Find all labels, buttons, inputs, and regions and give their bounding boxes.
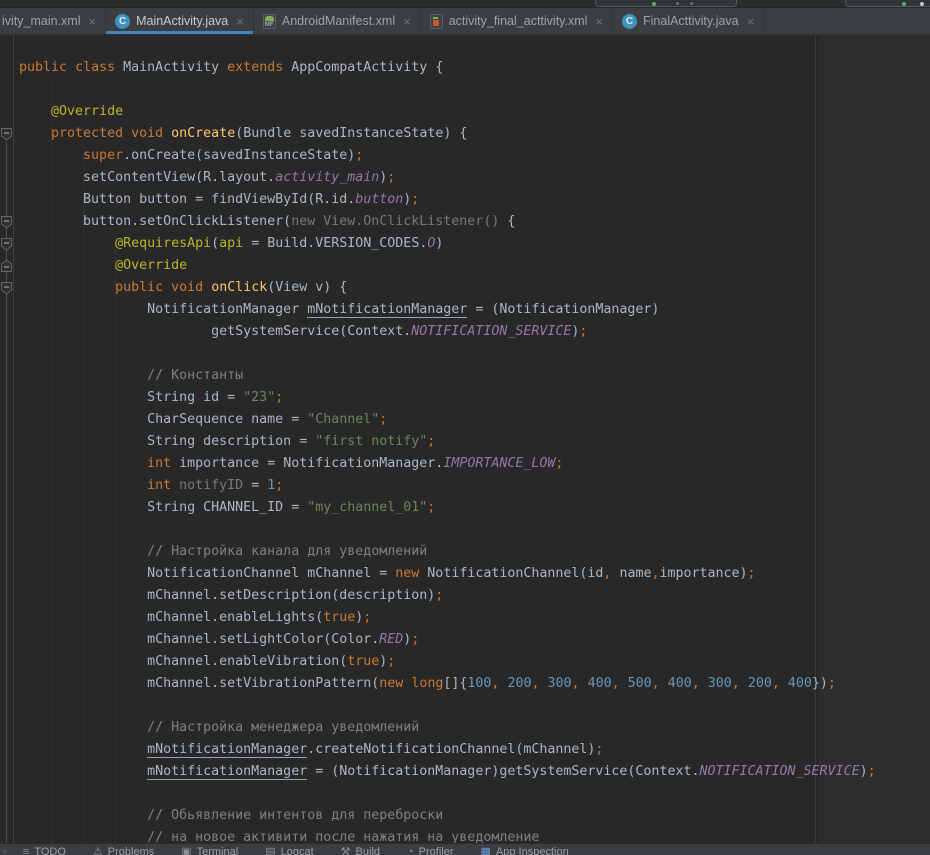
code-line: NotificationManager mNotificationManager… (19, 299, 876, 321)
code-line: String description = "first notify"; (19, 431, 876, 453)
code-line: mNotificationManager = (NotificationMana… (19, 761, 876, 783)
toolwindow-button-label: Profiler (419, 846, 454, 855)
toolbar-partial-button[interactable] (595, 0, 737, 7)
tab-finalacttivity-java[interactable]: C FinalActtivity.java × (613, 8, 764, 34)
toolwindow-button-build[interactable]: ⚒ Build (341, 846, 380, 855)
code-line: @RequiresApi(api = Build.VERSION_CODES.O… (19, 233, 876, 255)
run-status-dot (652, 2, 656, 6)
tab-label: activity_final_acttivity.xml (449, 14, 588, 28)
code-line: @Override (19, 255, 876, 277)
code-line: mChannel.enableVibration(true); (19, 651, 876, 673)
code-line: // Константы (19, 365, 876, 387)
code-line: protected void onCreate(Bundle savedInst… (19, 123, 876, 145)
run-status-dot (902, 2, 906, 6)
toolwindow-button-todo[interactable]: ≡ TODO (23, 846, 66, 855)
problems-icon: ⚠ (93, 847, 103, 855)
fold-marker-icon[interactable] (0, 237, 13, 251)
fold-marker-icon[interactable] (0, 281, 13, 295)
fold-marker-icon[interactable] (0, 215, 13, 229)
code-line: getSystemService(Context.NOTIFICATION_SE… (19, 321, 876, 343)
editor-tab-bar: ivity_main.xml×CMainActivity.java×Androi… (0, 8, 930, 35)
tab-ivity-main-xml[interactable]: ivity_main.xml × (0, 8, 106, 34)
code-line: button.setOnClickListener(new View.OnCli… (19, 211, 876, 233)
code-line: Button button = findViewById(R.id.button… (19, 189, 876, 211)
code-line: mChannel.setDescription(description); (19, 585, 876, 607)
close-icon[interactable]: × (403, 15, 411, 28)
toolbar-dot (676, 2, 679, 5)
toolwindow-button-label: App Inspection (496, 846, 569, 855)
code-line (19, 519, 876, 541)
code-area[interactable]: public class MainActivity extends AppCom… (0, 35, 876, 843)
code-line (19, 695, 876, 717)
code-editor[interactable]: public class MainActivity extends AppCom… (0, 35, 930, 843)
code-line: int notifyID = 1; (19, 475, 876, 497)
manifest-file-icon (263, 14, 276, 29)
tab-mainactivity-java[interactable]: C MainActivity.java × (106, 8, 254, 34)
code-line (19, 79, 876, 101)
close-icon[interactable]: × (236, 15, 244, 28)
code-line: mChannel.setLightColor(Color.RED); (19, 629, 876, 651)
profiler-icon: ◔ (407, 847, 414, 855)
layout-file-icon (430, 14, 443, 29)
code-line: int importance = NotificationManager.IMP… (19, 453, 876, 475)
code-line (19, 783, 876, 805)
code-line: super.onCreate(savedInstanceState); (19, 145, 876, 167)
code-line: mNotificationManager.createNotificationC… (19, 739, 876, 761)
java-class-icon: C (115, 14, 130, 29)
tab-label: AndroidManifest.xml (282, 14, 395, 28)
tab-androidmanifest-xml[interactable]: AndroidManifest.xml × (254, 8, 421, 34)
toolwindow-button-problems[interactable]: ⚠ Problems (93, 846, 154, 855)
toolwindow-button-profiler[interactable]: ◔ Profiler (407, 846, 454, 855)
close-icon[interactable]: × (747, 15, 755, 28)
toolwindow-button-app-inspection[interactable]: ▦ App Inspection (481, 846, 569, 855)
build-icon: ⚒ (341, 847, 351, 855)
fold-marker-icon[interactable] (0, 259, 13, 273)
toolwindow-button-label: Logcat (281, 846, 314, 855)
toolbar-dot (690, 2, 693, 5)
code-line: // Настройка менеджера уведомлений (19, 717, 876, 739)
code-line: CharSequence name = "Channel"; (19, 409, 876, 431)
logcat-icon: ▤ (265, 847, 275, 855)
code-line: @Override (19, 101, 876, 123)
code-line: mChannel.enableLights(true); (19, 607, 876, 629)
tab-label: MainActivity.java (136, 14, 228, 28)
toolwindow-button-label: Build (356, 846, 380, 855)
code-line: mChannel.setVibrationPattern(new long[]{… (19, 673, 876, 695)
window-edge-icon: ▫ (3, 846, 7, 855)
tab-activity-final-acttivity-xml[interactable]: activity_final_acttivity.xml × (421, 8, 613, 34)
close-icon[interactable]: × (595, 15, 603, 28)
toolbar-partial-button[interactable] (845, 0, 930, 7)
code-line: String CHANNEL_ID = "my_channel_01"; (19, 497, 876, 519)
java-class-icon: C (622, 14, 637, 29)
toolwindow-button-label: Problems (108, 846, 154, 855)
toolwindow-button-label: Terminal (197, 846, 239, 855)
toolbar-strip (0, 0, 930, 8)
tab-label: ivity_main.xml (2, 14, 81, 28)
tool-window-bar: ▫ ≡ TODO ⚠ Problems ▣ Terminal ▤ Logcat ⚒ Build ◔ Pr… (0, 843, 930, 855)
code-line: public void onClick(View v) { (19, 277, 876, 299)
code-line: // Обьявление интентов для переброски (19, 805, 876, 827)
code-line: String id = "23"; (19, 387, 876, 409)
ide-window: ivity_main.xml×CMainActivity.java×Androi… (0, 0, 930, 855)
code-line (19, 343, 876, 365)
toolwindow-button-terminal[interactable]: ▣ Terminal (181, 846, 238, 855)
code-line: setContentView(R.layout.activity_main); (19, 167, 876, 189)
code-line: // Настройка канала для уведомлений (19, 541, 876, 563)
tab-label: FinalActtivity.java (643, 14, 739, 28)
code-line: NotificationChannel mChannel = new Notif… (19, 563, 876, 585)
todo-icon: ≡ (23, 847, 29, 855)
close-icon[interactable]: × (89, 15, 97, 28)
toolbar-dot (920, 2, 924, 6)
toolwindow-button-logcat[interactable]: ▤ Logcat (265, 846, 313, 855)
fold-marker-icon[interactable] (0, 127, 13, 141)
terminal-icon: ▣ (181, 847, 191, 855)
code-line: // на новое активити после нажатия на ув… (19, 827, 876, 843)
toolwindow-button-label: TODO (34, 846, 66, 855)
code-line: public class MainActivity extends AppCom… (19, 57, 876, 79)
app-inspection-icon: ▦ (481, 847, 491, 855)
